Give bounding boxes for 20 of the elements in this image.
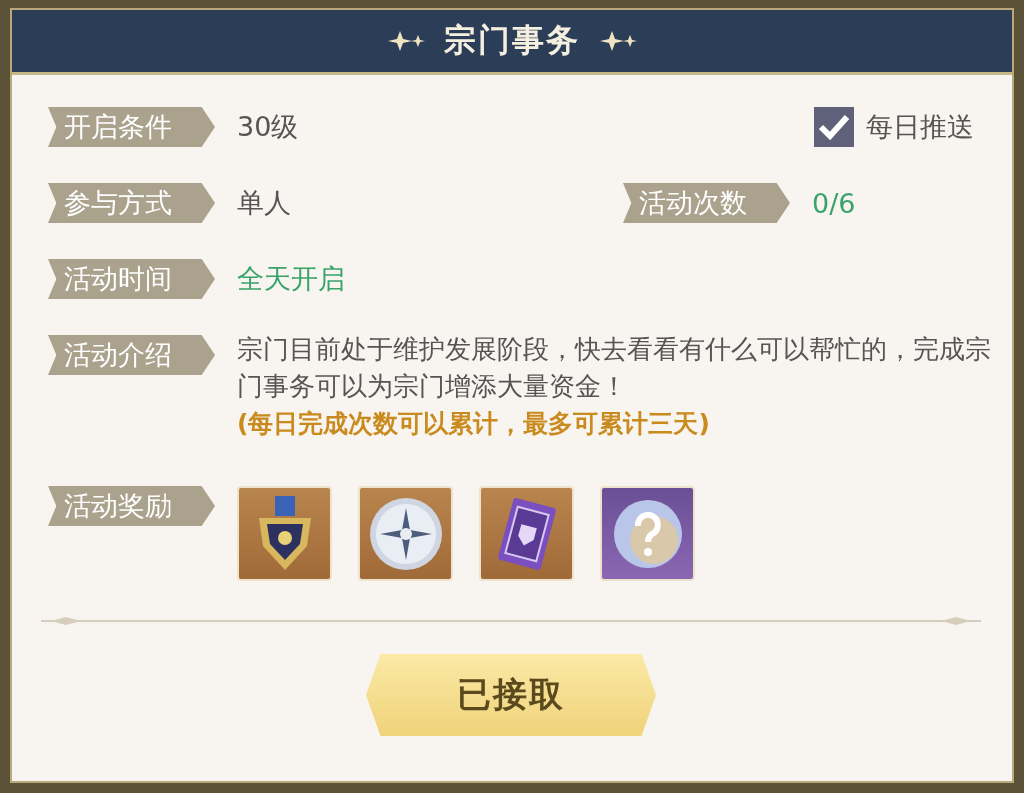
label-tag: 开启条件 — [48, 107, 215, 147]
value-text: 全天开启 — [237, 262, 345, 296]
description-text: 宗门目前处于维护发展阶段，快去看看有什么可以帮忙的，完成宗门事务可以为宗门增添大量资金！ — [237, 333, 992, 403]
value-text: 单人 — [237, 186, 291, 220]
checkbox-label: 每日推送 — [866, 110, 974, 144]
note-text: (每日完成次数可以累计，最多可累计三天) — [237, 408, 711, 440]
label-tag: 参与方式 — [48, 183, 215, 223]
reward-slot[interactable] — [237, 486, 332, 581]
count-text: 0/6 — [812, 187, 856, 219]
label-tag: 活动时间 — [48, 259, 215, 299]
label-tag: 活动介绍 — [48, 335, 215, 375]
dialog-title: 宗门事务 — [444, 20, 580, 61]
reward-slot[interactable] — [600, 486, 695, 581]
label-tag: 活动次数 — [623, 183, 790, 223]
accepted-button[interactable]: 已接取 — [366, 654, 656, 736]
checkbox[interactable] — [814, 107, 854, 147]
reward-slot[interactable] — [358, 486, 453, 581]
reward-slot[interactable] — [479, 486, 574, 581]
label-tag: 活动奖励 — [48, 486, 215, 526]
value-text: 30级 — [237, 110, 299, 144]
